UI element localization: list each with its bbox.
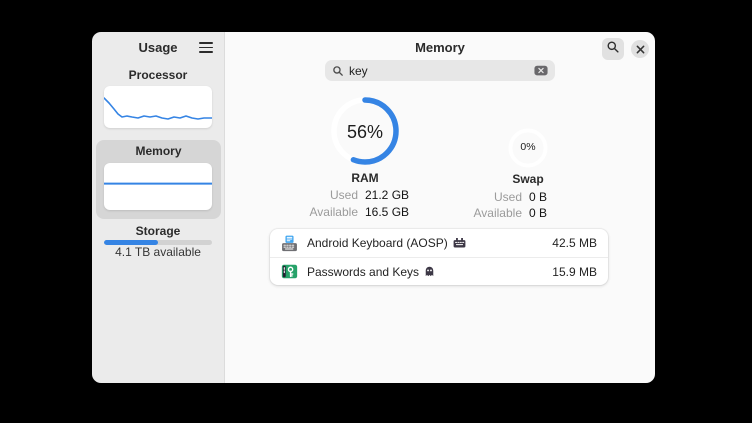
ram-percent: 56% xyxy=(327,122,403,143)
android-keyboard-app-icon xyxy=(281,235,298,252)
page-title: Memory xyxy=(225,40,655,55)
close-icon xyxy=(636,43,645,56)
process-name: Android Keyboard (AOSP) xyxy=(307,236,466,250)
process-memory-value: 42.5 MB xyxy=(552,236,597,250)
swap-label: Swap xyxy=(448,172,608,186)
swap-percent: 0% xyxy=(506,141,550,153)
swap-used-value: 0 B xyxy=(529,190,547,204)
ram-used-value: 21.2 GB xyxy=(365,188,409,202)
ram-used-label: Used xyxy=(265,188,358,202)
swap-available-row: Available 0 B xyxy=(429,206,547,220)
search-icon xyxy=(606,40,620,59)
usage-app-window: Usage Processor Memory Storage xyxy=(92,32,655,383)
storage-available-text: 4.1 TB available xyxy=(92,245,224,259)
process-name: Passwords and Keys xyxy=(307,265,435,279)
process-list: Android Keyboard (AOSP) 42.5 MB xyxy=(270,229,608,285)
desktop-background: Usage Processor Memory Storage xyxy=(0,0,752,423)
keyboard-badge-icon xyxy=(453,238,466,248)
ram-label: RAM xyxy=(285,171,445,185)
process-name-text: Android Keyboard (AOSP) xyxy=(307,236,448,250)
swap-available-value: 0 B xyxy=(529,206,547,220)
ram-available-label: Available xyxy=(265,205,358,219)
memory-sparkline-chart xyxy=(104,163,212,210)
clear-search-icon[interactable] xyxy=(534,65,548,76)
memory-sparkline-svg xyxy=(104,163,212,210)
sidebar-item-memory-selected[interactable]: Memory xyxy=(96,140,221,219)
ram-available-row: Available 16.5 GB xyxy=(265,205,409,219)
sidebar-item-processor[interactable]: Processor xyxy=(92,68,224,82)
search-toggle-button[interactable] xyxy=(602,38,624,60)
sidebar-item-storage[interactable]: Storage xyxy=(92,224,224,238)
process-row-android-keyboard[interactable]: Android Keyboard (AOSP) 42.5 MB xyxy=(270,229,608,257)
process-row-passwords-keys[interactable]: Passwords and Keys 15.9 MB xyxy=(270,257,608,285)
main-panel: Memory xyxy=(225,32,655,383)
sidebar: Usage Processor Memory Storage xyxy=(92,32,225,383)
search-entry-icon xyxy=(332,65,344,77)
process-memory-value: 15.9 MB xyxy=(552,265,597,279)
close-button[interactable] xyxy=(631,40,649,58)
search-bar[interactable] xyxy=(325,60,555,81)
processor-sparkline-chart[interactable] xyxy=(104,86,212,128)
hamburger-menu-icon[interactable] xyxy=(199,42,213,53)
ram-available-value: 16.5 GB xyxy=(365,205,409,219)
swap-used-row: Used 0 B xyxy=(429,190,547,204)
swap-available-label: Available xyxy=(429,206,522,220)
sidebar-memory-label: Memory xyxy=(96,144,221,158)
processor-sparkline-svg xyxy=(104,86,212,128)
processor-sparkline xyxy=(104,98,212,119)
passwords-keys-app-icon xyxy=(281,263,298,280)
process-name-text: Passwords and Keys xyxy=(307,265,419,279)
search-input[interactable] xyxy=(349,64,529,78)
swap-used-label: Used xyxy=(429,190,522,204)
ram-used-row: Used 21.2 GB xyxy=(265,188,409,202)
ghost-badge-icon xyxy=(424,266,435,277)
